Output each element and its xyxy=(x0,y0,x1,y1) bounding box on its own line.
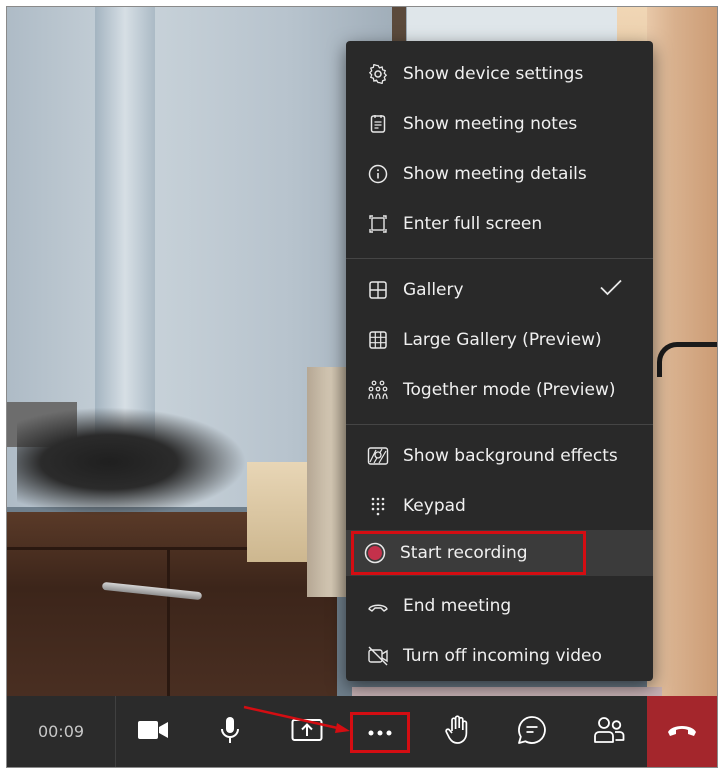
microphone-icon xyxy=(219,716,241,748)
large-gallery-icon xyxy=(367,329,389,351)
hang-up-icon xyxy=(666,722,698,742)
menu-item-background-effects[interactable]: Show background effects xyxy=(346,433,653,479)
share-screen-icon xyxy=(291,718,323,746)
raise-hand-button[interactable] xyxy=(429,696,485,767)
info-icon xyxy=(367,163,389,185)
microphone-button[interactable] xyxy=(202,696,258,767)
gear-icon xyxy=(367,63,389,85)
menu-item-label: End meeting xyxy=(403,596,512,616)
menu-item-device-settings[interactable]: Show device settings xyxy=(346,51,653,97)
background-effects-icon xyxy=(367,445,389,467)
menu-divider xyxy=(346,424,653,425)
call-toolbar: 00:09 xyxy=(7,696,717,767)
participants-button[interactable] xyxy=(581,696,637,767)
menu-item-label: Show meeting details xyxy=(403,164,587,184)
call-timer: 00:09 xyxy=(7,696,116,767)
keypad-icon xyxy=(367,495,389,517)
hang-up-button[interactable] xyxy=(647,696,717,767)
fullscreen-icon xyxy=(367,213,389,235)
menu-item-label: Large Gallery (Preview) xyxy=(403,330,602,350)
more-options-menu: Show device settings Show meeting notes … xyxy=(346,41,653,681)
menu-item-label: Show device settings xyxy=(403,64,584,84)
menu-item-label: Together mode (Preview) xyxy=(403,380,616,400)
menu-item-meeting-details[interactable]: Show meeting details xyxy=(346,151,653,197)
annotation-highlight-box xyxy=(350,712,410,753)
menu-item-full-screen[interactable]: Enter full screen xyxy=(346,201,653,247)
gallery-icon xyxy=(367,279,389,301)
menu-item-label: Show background effects xyxy=(403,446,618,466)
participants-icon xyxy=(593,716,625,748)
menu-item-label: Gallery xyxy=(403,280,464,300)
menu-divider xyxy=(346,258,653,259)
share-screen-button[interactable] xyxy=(279,696,335,767)
checkmark-icon xyxy=(599,279,623,302)
menu-item-label: Show meeting notes xyxy=(403,114,578,134)
video-off-icon xyxy=(367,645,389,667)
menu-item-keypad[interactable]: Keypad xyxy=(346,483,653,529)
menu-item-end-meeting[interactable]: End meeting xyxy=(346,583,653,629)
annotation-highlight-box xyxy=(351,531,586,575)
menu-item-large-gallery[interactable]: Large Gallery (Preview) xyxy=(346,317,653,363)
menu-item-label: Keypad xyxy=(403,496,466,516)
menu-item-turn-off-video[interactable]: Turn off incoming video xyxy=(346,633,653,679)
together-mode-icon xyxy=(367,379,389,401)
meeting-window: Show device settings Show meeting notes … xyxy=(6,6,718,768)
chat-button[interactable] xyxy=(504,696,560,767)
menu-item-meeting-notes[interactable]: Show meeting notes xyxy=(346,101,653,147)
menu-item-together-mode[interactable]: Together mode (Preview) xyxy=(346,367,653,413)
menu-item-label: Enter full screen xyxy=(403,214,543,234)
camera-button[interactable] xyxy=(125,696,181,767)
notes-icon xyxy=(367,113,389,135)
menu-item-gallery[interactable]: Gallery xyxy=(346,267,653,313)
camera-icon xyxy=(137,719,169,745)
raise-hand-icon xyxy=(444,714,470,749)
chat-icon xyxy=(517,715,547,749)
menu-item-label: Turn off incoming video xyxy=(403,646,602,666)
end-meeting-icon xyxy=(367,595,389,617)
